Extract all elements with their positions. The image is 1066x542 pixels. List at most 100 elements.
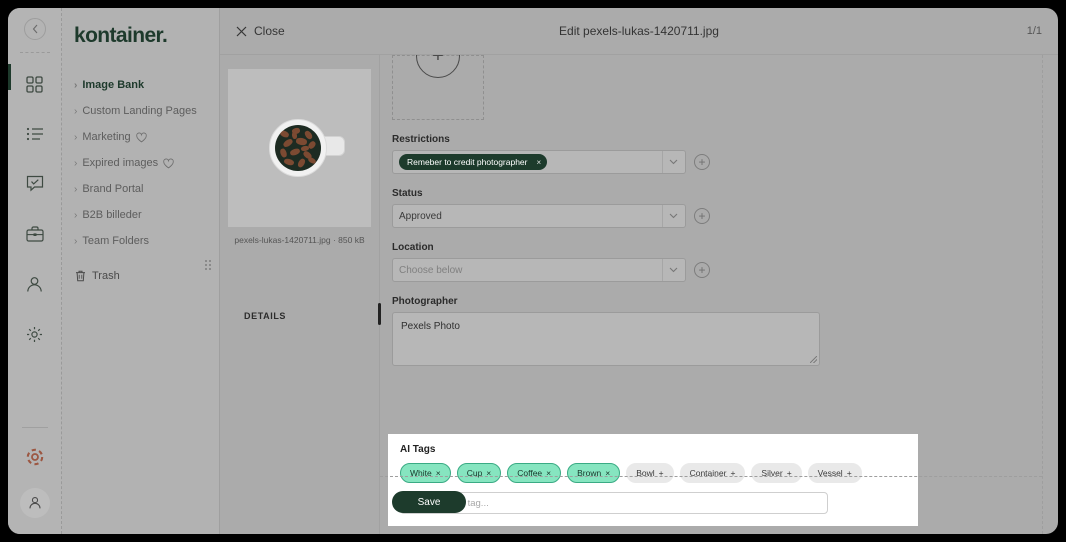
rail-item-dashboard[interactable] [18,67,52,101]
sidebar-resize-handle[interactable] [205,260,211,270]
sidebar-item-brand-portal[interactable]: › Brand Portal [74,176,219,202]
approval-icon [26,175,43,192]
dot [205,260,207,262]
avatar[interactable] [19,488,50,518]
rail-active-marker [8,64,11,90]
sidebar-item-expired-images[interactable]: › Expired images [74,150,219,176]
sidebar-item-label: Expired images [82,157,159,169]
rail-item-help[interactable] [18,440,52,474]
restrictions-row: Remeber to credit photographer × + [392,150,1042,174]
photographer-value: Pexels Photo [401,321,460,332]
chevron-right-icon: › [74,131,78,143]
sidebar-item-label: Team Folders [82,235,149,247]
restrictions-add-button[interactable]: + [694,154,710,170]
page-title: Edit pexels-lukas-1420711.jpg [559,24,719,38]
app-window: kontainer. › Image Bank › Custom Landing… [8,8,1058,534]
restrictions-select[interactable]: Remeber to credit photographer × [392,150,686,174]
list-icon [26,127,43,141]
mug-body [268,119,327,177]
rail-item-approvals[interactable] [18,167,52,201]
chevron-left-icon [32,24,37,34]
save-button[interactable]: Save [392,491,466,513]
gear-icon [27,326,42,342]
chevron-right-icon: › [74,209,78,221]
location-add-button[interactable]: + [694,262,710,278]
location-row: Choose below + [392,258,1042,282]
grid-icon [26,75,43,93]
rail-item-lists[interactable] [18,117,52,151]
collapse-sidebar-button[interactable] [23,18,46,40]
chip-remove-icon[interactable]: × [537,158,542,167]
chevron-down-icon[interactable] [662,151,685,173]
location-label: Location [392,242,434,253]
restrictions-chip-label: Remeber to credit photographer [407,157,528,167]
sidebar-item-custom-landing-pages[interactable]: › Custom Landing Pages [74,98,219,124]
form-scroll-region: + Restrictions Remeber to credit photogr… [380,55,1042,534]
sidebar-nav-list: › Image Bank › Custom Landing Pages › Ma… [62,48,219,282]
sidebar: kontainer. › Image Bank › Custom Landing… [62,8,220,534]
editor-body: pexels-lukas-1420711.jpg · 850 kB DETAIL… [220,55,1058,534]
preview-panel: pexels-lukas-1420711.jpg · 850 kB DETAIL… [220,55,381,534]
resize-grip-icon[interactable] [810,356,817,363]
close-button[interactable]: Close [236,24,285,38]
dot [205,264,207,266]
rail-item-users[interactable] [18,267,52,301]
dot [209,268,211,270]
rail-item-settings[interactable] [18,317,52,351]
heart-icon [163,158,174,168]
status-value: Approved [399,210,442,222]
sidebar-item-label: B2B billeder [82,209,142,221]
dot [209,264,211,266]
form-footer: Save [380,476,1042,534]
status-select[interactable]: Approved [392,204,686,228]
heart-icon [135,132,147,142]
status-add-button[interactable]: + [694,208,710,224]
status-label: Status [392,188,423,199]
sidebar-item-label: Custom Landing Pages [82,105,197,117]
chevron-down-icon[interactable] [662,259,685,281]
field-photographer: Photographer Pexels Photo [380,296,1042,366]
icon-rail [8,8,62,534]
photographer-textarea[interactable]: Pexels Photo [392,312,820,366]
coffee-mug-image [263,119,345,177]
trash-icon [76,270,85,282]
sidebar-item-trash[interactable]: Trash [74,254,219,282]
field-location: Location Choose below + [380,242,1042,282]
close-icon [236,26,247,36]
rail-item-portals[interactable] [18,217,52,251]
field-status: Status Approved + [380,188,1042,228]
restrictions-label: Restrictions [392,134,450,145]
chevron-right-icon: › [74,79,78,91]
account-user-icon [28,497,41,509]
chevron-right-icon: › [74,235,78,247]
dot [209,260,211,262]
brand-logo[interactable]: kontainer. [62,8,219,48]
metadata-form: + Restrictions Remeber to credit photogr… [380,55,1042,534]
field-restrictions: Restrictions Remeber to credit photograp… [380,134,1042,174]
sidebar-item-label: Brand Portal [82,183,144,195]
chevron-right-icon: › [74,183,78,195]
right-gutter [1042,55,1058,534]
plus-circle-icon[interactable]: + [416,55,460,78]
sidebar-item-b2b-billeder[interactable]: › B2B billeder [74,202,219,228]
user-icon [27,276,42,292]
sidebar-item-team-folders[interactable]: › Team Folders [74,228,219,254]
photographer-label: Photographer [392,296,458,307]
sidebar-item-marketing[interactable]: › Marketing [74,124,219,150]
rail-divider [19,52,50,53]
location-select[interactable]: Choose below [392,258,686,282]
image-thumbnail[interactable] [228,69,371,227]
restrictions-chip[interactable]: Remeber to credit photographer × [399,154,548,170]
sidebar-item-image-bank[interactable]: › Image Bank [74,72,219,98]
lifering-help-icon [26,448,43,466]
main-area: Close Edit pexels-lukas-1420711.jpg 1/1 [220,8,1058,534]
sidebar-item-label: Image Bank [82,79,145,91]
dot [205,268,207,270]
coffee-beans [274,125,321,171]
close-button-label: Close [254,24,285,38]
sidebar-item-label: Marketing [82,131,131,143]
location-placeholder: Choose below [399,264,463,276]
upload-dropzone[interactable]: + [392,55,484,120]
editor-topbar: Close Edit pexels-lukas-1420711.jpg 1/1 [220,8,1058,55]
chevron-down-icon[interactable] [662,205,685,227]
